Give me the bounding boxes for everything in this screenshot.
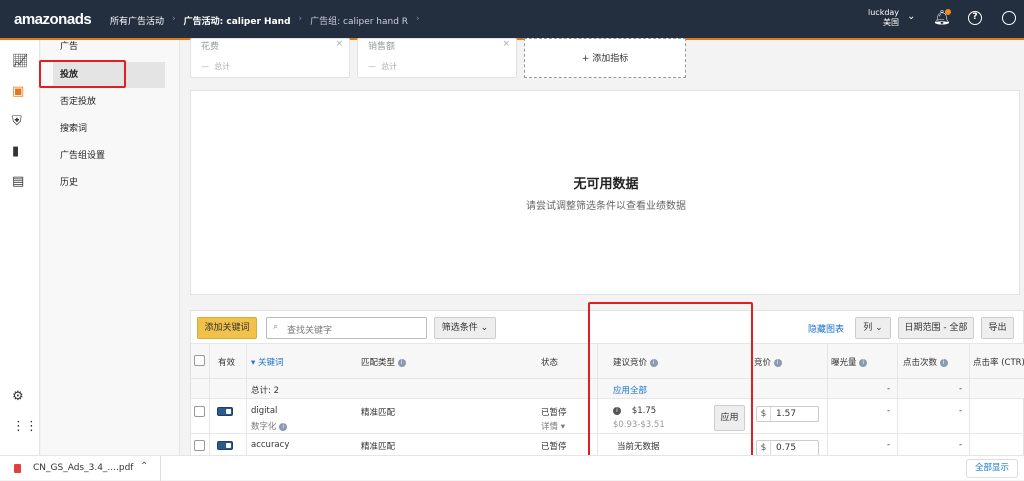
chart-area: 无可用数据 请尝试调整筛选条件以查看业绩数据	[190, 90, 1020, 295]
chevron-up-icon[interactable]: ⌃	[140, 461, 148, 472]
col-clicks: 点击次数 i	[903, 356, 948, 368]
add-keyword-button[interactable]: 添加关键词	[197, 317, 257, 339]
metric-total: — 总计	[368, 62, 398, 71]
account-region: 美国	[883, 18, 900, 27]
col-impressions: 曝光量 i	[831, 356, 868, 368]
keyword-search-input[interactable]: ⌕ 查找关键字	[266, 317, 427, 339]
wallet-icon[interactable]: ▣	[12, 84, 24, 99]
close-icon[interactable]: ×	[335, 39, 343, 49]
subnav-ad-group-settings[interactable]: 广告组设置	[53, 143, 165, 169]
col-ctr: 点击率 (CTR)	[973, 358, 1024, 368]
col-keyword-sort[interactable]: ▾ 关键词	[251, 356, 283, 368]
col-active: 有效	[218, 358, 236, 368]
status: 已暂停	[541, 442, 567, 452]
columns-dropdown[interactable]: 列 ⌄	[855, 317, 891, 339]
info-icon: i	[939, 358, 948, 367]
chevron-down-icon[interactable]: ⌄	[907, 11, 915, 22]
bar-chart-icon[interactable]: ▮	[12, 144, 19, 159]
subnav-ads[interactable]: 广告	[53, 34, 165, 60]
close-icon[interactable]: ×	[502, 39, 510, 49]
apps-grid-icon[interactable]: ⋮⋮	[12, 419, 38, 434]
col-match-type: 匹配类型 i	[361, 356, 406, 368]
empty-state-subtitle: 请尝试调整筛选条件以查看业绩数据	[526, 201, 686, 212]
account-name: luckday	[868, 8, 900, 17]
download-file-name[interactable]: CN_GS_Ads_3.4_....pdf	[33, 463, 133, 473]
col-bid: 竞价 i	[754, 356, 782, 368]
bid-input[interactable]: $1.57	[756, 406, 819, 422]
date-range-button[interactable]: 日期范围 - 全部	[898, 317, 974, 339]
active-toggle[interactable]	[217, 407, 233, 416]
clicks: -	[959, 440, 963, 450]
empty-state-title: 无可用数据	[573, 177, 639, 192]
notification-dot	[945, 9, 951, 15]
info-icon: i	[859, 358, 868, 367]
export-button[interactable]: 导出	[981, 317, 1014, 339]
amazon-ads-logo[interactable]: amazonads	[14, 11, 92, 28]
clicks: -	[959, 406, 963, 416]
row-checkbox[interactable]	[194, 440, 205, 451]
active-toggle[interactable]	[217, 441, 233, 450]
select-all-checkbox[interactable]	[194, 355, 205, 366]
download-bar: CN_GS_Ads_3.4_....pdf ⌃ 全部显示	[0, 455, 1024, 481]
account-switcher[interactable]: luckday 美国	[868, 8, 899, 28]
total-count: 总计: 2	[251, 386, 279, 396]
pdf-file-icon	[14, 464, 21, 473]
total-impressions: -	[887, 384, 891, 394]
filter-dropdown[interactable]: 筛选条件 ⌄	[434, 317, 496, 339]
info-icon: i	[773, 358, 782, 367]
trend-icon[interactable]: 📈︎	[12, 54, 29, 69]
help-icon[interactable]: ?	[968, 11, 982, 25]
highlight-box	[588, 302, 753, 466]
breadcrumb: 所有广告活动 › 广告活动: caliper Hand › 广告组: caliper…	[110, 14, 420, 27]
impressions: -	[887, 440, 891, 450]
metric-label: 销售额	[368, 42, 396, 52]
subnav-history[interactable]: 历史	[53, 170, 165, 196]
breadcrumb-campaign[interactable]: 广告活动: caliper Hand	[184, 14, 291, 27]
metric-label: 花费	[201, 42, 220, 52]
metric-card-spend[interactable]: 花费 × — 总计	[190, 38, 350, 78]
shield-icon[interactable]: ⛨	[12, 114, 22, 129]
metric-card-sales[interactable]: 销售额 × — 总计	[357, 38, 517, 78]
total-clicks: -	[959, 384, 963, 394]
impressions: -	[887, 406, 891, 416]
details-dropdown[interactable]: 详情 ▾	[541, 420, 565, 432]
media-icon[interactable]: ▤	[12, 174, 24, 189]
sub-navigation: 广告 投放 否定投放 搜索词 广告组设置 历史	[41, 40, 180, 455]
highlight-box	[39, 60, 126, 88]
metric-total: — 总计	[201, 62, 231, 71]
search-placeholder: 查找关键字	[287, 326, 333, 336]
search-icon: ⌕	[273, 322, 279, 332]
col-status: 状态	[541, 358, 559, 368]
match-type: 精准匹配	[361, 408, 396, 418]
hide-chart-link[interactable]: 隐藏图表	[808, 322, 844, 335]
show-all-downloads-button[interactable]: 全部显示	[966, 459, 1018, 478]
keyword: accuracy	[251, 440, 290, 450]
keyword: digital	[251, 406, 278, 416]
match-type: 精准匹配	[361, 442, 396, 452]
bid-input[interactable]: $0.75	[756, 440, 819, 456]
status: 已暂停	[541, 408, 567, 418]
breadcrumb-ad-group[interactable]: 广告组: caliper hand R	[310, 14, 408, 27]
info-icon: i	[397, 358, 406, 367]
add-metric-button[interactable]: + 添加指标	[524, 38, 686, 78]
icon-rail: 📈︎ ▣ ⛨ ▮ ▤ ⚙ ⋮⋮	[0, 40, 40, 455]
subnav-search-terms[interactable]: 搜索词	[53, 116, 165, 142]
row-checkbox[interactable]	[194, 406, 205, 417]
gear-icon[interactable]: ⚙	[12, 389, 24, 404]
subnav-negative-targeting[interactable]: 否定投放	[53, 89, 165, 115]
keyword-translation: 数字化 i	[251, 420, 288, 432]
user-profile-icon[interactable]	[1002, 11, 1016, 25]
breadcrumb-all-campaigns[interactable]: 所有广告活动	[110, 14, 164, 27]
